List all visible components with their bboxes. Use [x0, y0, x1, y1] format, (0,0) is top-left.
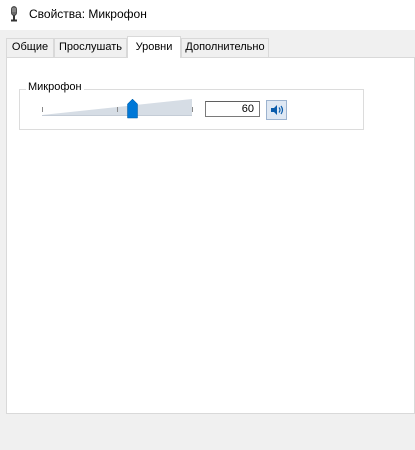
level-slider[interactable] — [42, 97, 194, 119]
tab-panel-levels: Микрофон 60 — [6, 57, 415, 414]
tab-strip: Общие Прослушать Уровни Дополнительно — [6, 36, 415, 58]
tab-advanced[interactable]: Дополнительно — [181, 38, 269, 57]
tab-general[interactable]: Общие — [6, 38, 54, 57]
mute-button[interactable] — [266, 100, 287, 120]
title-bar: Свойства: Микрофон — [0, 0, 415, 30]
tab-listen[interactable]: Прослушать — [54, 38, 127, 57]
window-title: Свойства: Микрофон — [29, 7, 147, 21]
group-label: Микрофон — [26, 81, 84, 93]
microphone-icon — [11, 6, 17, 22]
tab-levels[interactable]: Уровни — [127, 36, 181, 58]
level-value-field[interactable]: 60 — [205, 101, 260, 117]
speaker-icon — [271, 105, 284, 115]
slider-thumb[interactable] — [127, 98, 138, 119]
microphone-group: Микрофон 60 — [19, 81, 364, 130]
